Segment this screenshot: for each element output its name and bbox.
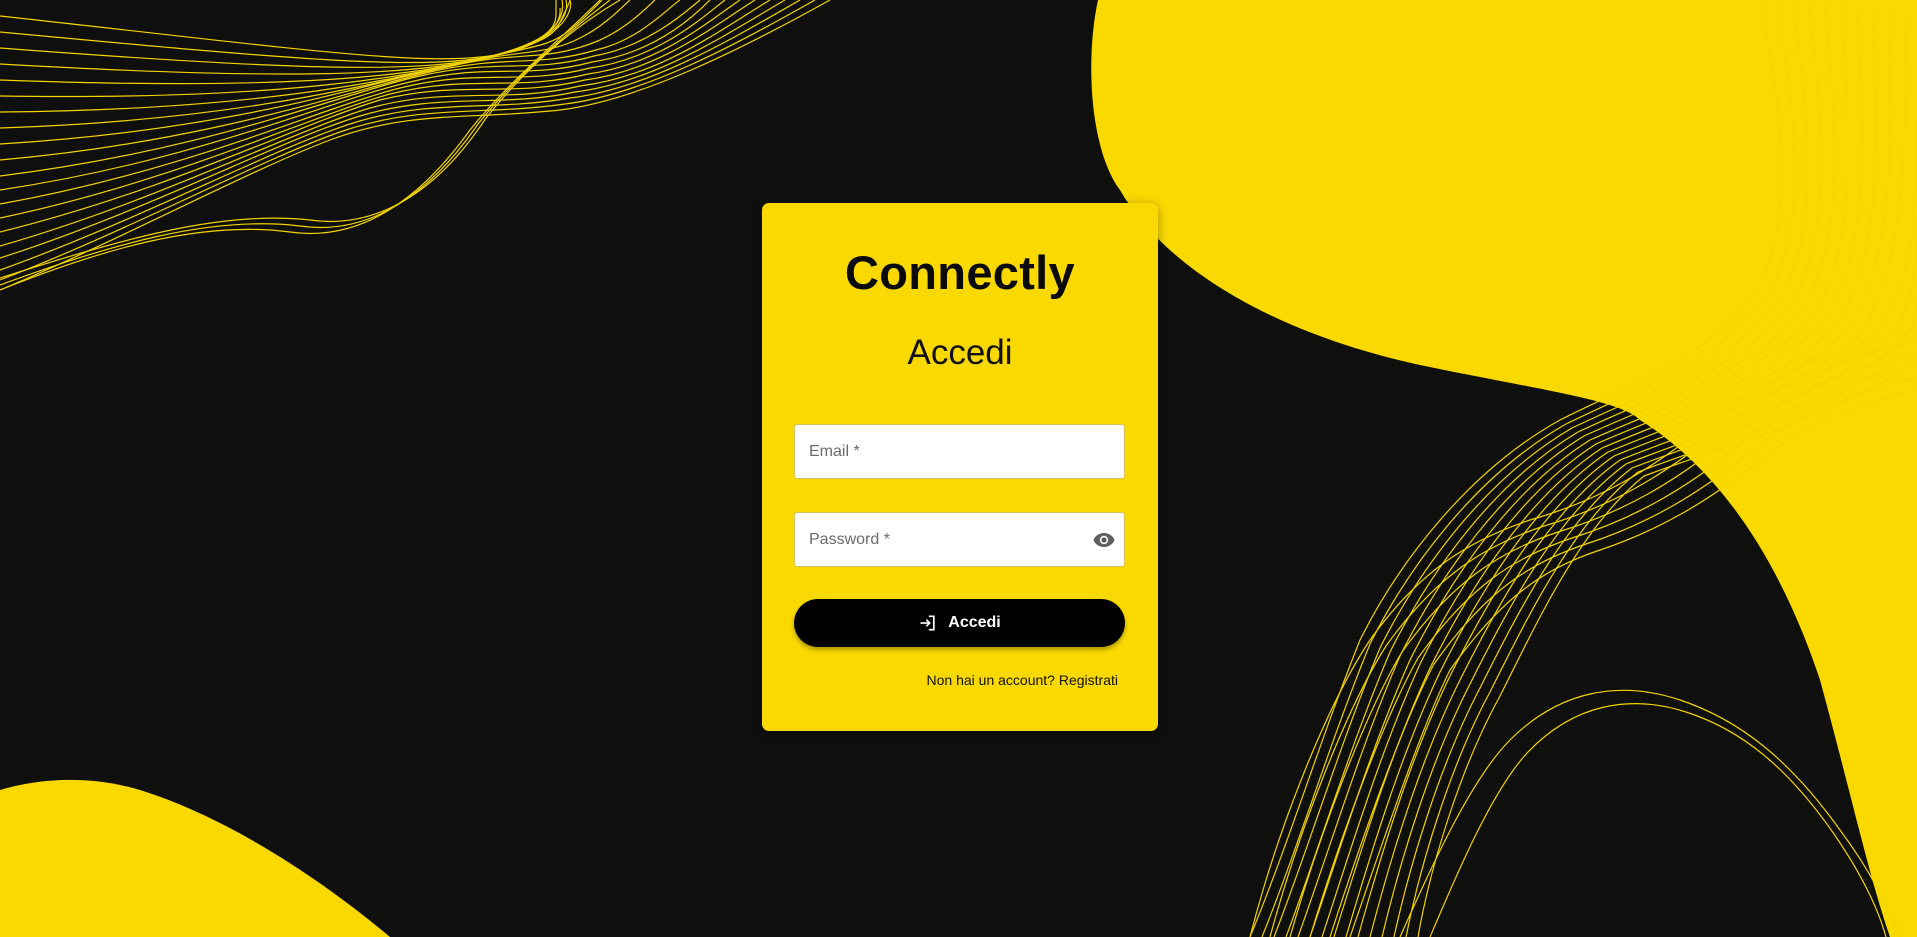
register-prompt-text: Non hai un account? [926,672,1055,688]
email-input[interactable] [795,425,1124,478]
email-field[interactable] [794,424,1125,479]
page-title: Accedi [907,333,1013,372]
app-brand: Connectly [845,246,1075,299]
register-link[interactable]: Registrati [1059,672,1118,688]
login-button[interactable]: Accedi [794,599,1125,647]
register-prompt: Non hai un account? Registrati [927,672,1118,688]
eye-icon[interactable] [1092,528,1116,552]
login-card: Connectly Accedi Accedi Non hai un accou… [762,203,1158,731]
login-icon [920,615,935,631]
login-button-label: Accedi [948,614,1001,631]
password-input[interactable] [795,513,1124,566]
password-field[interactable] [794,512,1125,567]
